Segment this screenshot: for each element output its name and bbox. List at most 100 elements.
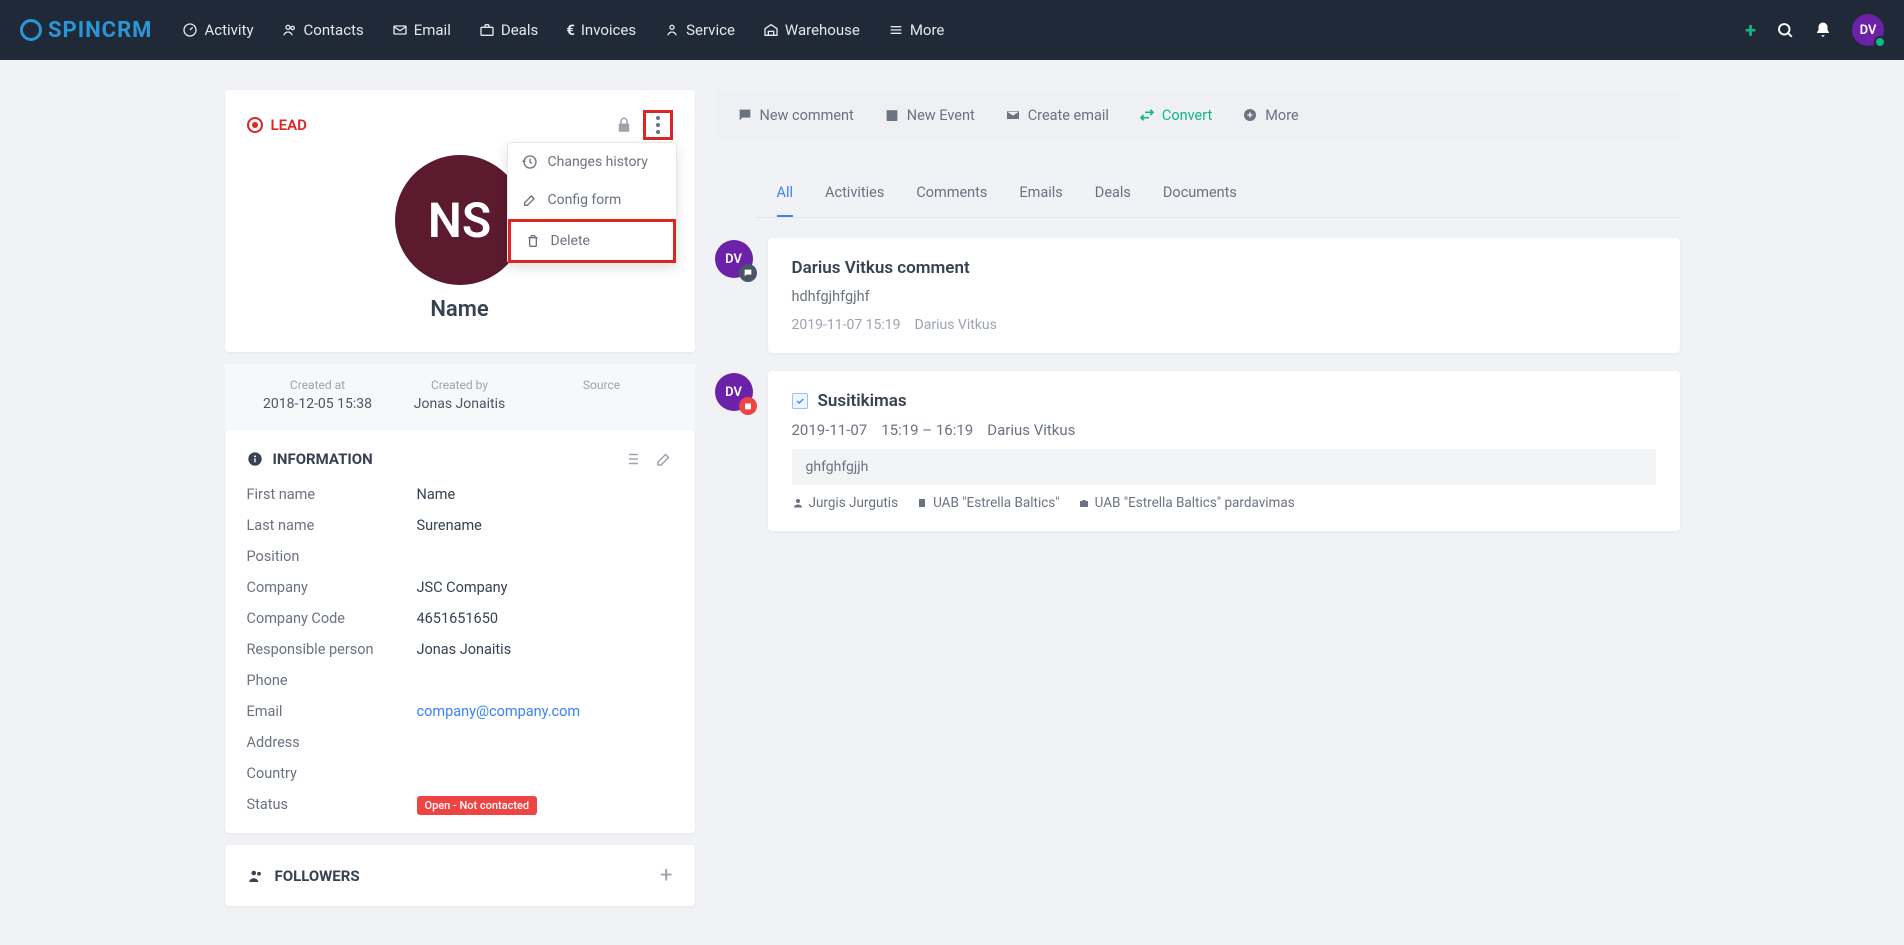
action-more[interactable]: More bbox=[1242, 107, 1298, 124]
search-icon[interactable] bbox=[1776, 21, 1794, 39]
add-button[interactable]: + bbox=[1745, 18, 1756, 42]
comment-title: Darius Vitkus comment bbox=[792, 258, 1656, 278]
nav-contacts[interactable]: Contacts bbox=[282, 21, 364, 39]
tab-all[interactable]: All bbox=[777, 170, 794, 217]
app-logo[interactable]: SPINCRM bbox=[20, 18, 152, 43]
event-meta: 2019-11-07 15:19 – 16:19 Darius Vitkus bbox=[792, 421, 1656, 439]
value-address bbox=[417, 734, 673, 751]
event-person-name: Jurgis Jurgutis bbox=[809, 495, 899, 511]
information-card: INFORMATION First nameName Last nameSure… bbox=[225, 430, 695, 833]
dropdown-delete[interactable]: Delete bbox=[508, 219, 676, 263]
event-deal-name: UAB "Estrella Baltics" pardavimas bbox=[1095, 495, 1295, 511]
info-actions bbox=[623, 450, 673, 468]
timeline-card[interactable]: Darius Vitkus comment hdhfgjhfgjhf 2019-… bbox=[768, 238, 1680, 353]
value-first-name: Name bbox=[417, 486, 673, 503]
action-convert[interactable]: Convert bbox=[1139, 107, 1212, 124]
tab-emails[interactable]: Emails bbox=[1019, 170, 1062, 217]
person-icon bbox=[792, 497, 804, 509]
user-avatar[interactable]: DV bbox=[1852, 14, 1884, 46]
tab-documents[interactable]: Documents bbox=[1163, 170, 1237, 217]
nav-label: Warehouse bbox=[785, 21, 860, 39]
value-company: JSC Company bbox=[417, 579, 673, 596]
action-new-comment[interactable]: New comment bbox=[737, 107, 854, 124]
value-responsible: Jonas Jonaitis bbox=[417, 641, 673, 658]
meta-label: Created by bbox=[389, 378, 531, 392]
list-icon[interactable] bbox=[623, 450, 641, 468]
meta-source: Source bbox=[531, 378, 673, 412]
options-dropdown: Changes history Config form Delete bbox=[507, 142, 677, 264]
pencil-icon[interactable] bbox=[655, 450, 673, 468]
more-options-button[interactable] bbox=[643, 110, 673, 140]
nav-invoices[interactable]: €Invoices bbox=[566, 21, 636, 39]
lock-icon[interactable] bbox=[615, 116, 633, 134]
nav-label: Service bbox=[686, 21, 735, 39]
dropdown-config-form[interactable]: Config form bbox=[508, 181, 676, 219]
tab-comments[interactable]: Comments bbox=[916, 170, 987, 217]
event-title: Susitikimas bbox=[818, 391, 907, 411]
nav-right: + DV bbox=[1745, 14, 1884, 46]
convert-icon bbox=[1139, 107, 1155, 123]
email-link[interactable]: company@company.com bbox=[417, 703, 581, 720]
dropdown-changes-history[interactable]: Changes history bbox=[508, 143, 676, 181]
meta-label: Source bbox=[531, 378, 673, 392]
bell-icon[interactable] bbox=[1814, 21, 1832, 39]
briefcase-icon bbox=[1078, 497, 1090, 509]
label-responsible: Responsible person bbox=[247, 641, 417, 658]
lead-header-card: LEAD Changes history Config form bbox=[225, 90, 695, 352]
calendar-icon bbox=[884, 107, 900, 123]
value-phone bbox=[417, 672, 673, 689]
value-email[interactable]: company@company.com bbox=[417, 703, 673, 720]
top-navigation: SPINCRM Activity Contacts Email Deals €I… bbox=[0, 0, 1904, 60]
label-phone: Phone bbox=[247, 672, 417, 689]
timeline: DV Darius Vitkus comment hdhfgjhfgjhf 20… bbox=[715, 238, 1680, 531]
meta-value: 2018-12-05 15:38 bbox=[247, 396, 389, 412]
event-checkbox[interactable] bbox=[792, 393, 808, 409]
comment-body: hdhfgjhfgjhf bbox=[792, 288, 1656, 305]
meta-value: Jonas Jonaitis bbox=[389, 396, 531, 412]
meta-created-at: Created at 2018-12-05 15:38 bbox=[247, 378, 389, 412]
target-icon bbox=[247, 117, 263, 133]
dots-icon bbox=[656, 116, 660, 134]
action-new-event[interactable]: New Event bbox=[884, 107, 975, 124]
value-position bbox=[417, 548, 673, 565]
event-note: ghfghfgjjh bbox=[792, 449, 1656, 485]
timeline-avatar: DV bbox=[715, 240, 753, 278]
label-last-name: Last name bbox=[247, 517, 417, 534]
plus-circle-icon bbox=[1242, 107, 1258, 123]
gauge-icon bbox=[182, 22, 198, 38]
nav-activity[interactable]: Activity bbox=[182, 21, 253, 39]
nav-label: Invoices bbox=[581, 21, 636, 39]
lead-top-row: LEAD bbox=[247, 110, 673, 140]
label-email: Email bbox=[247, 703, 417, 720]
nav-service[interactable]: Service bbox=[664, 21, 735, 39]
value-last-name: Surename bbox=[417, 517, 673, 534]
event-footer: Jurgis Jurgutis UAB "Estrella Baltics" U… bbox=[792, 495, 1656, 511]
nav-warehouse[interactable]: Warehouse bbox=[763, 21, 860, 39]
edit-icon bbox=[522, 192, 538, 208]
event-person: Jurgis Jurgutis bbox=[792, 495, 899, 511]
action-create-email[interactable]: Create email bbox=[1005, 107, 1109, 124]
nav-label: Deals bbox=[501, 21, 538, 39]
nav-label: Activity bbox=[204, 21, 253, 39]
tab-deals[interactable]: Deals bbox=[1095, 170, 1131, 217]
add-follower-button[interactable]: + bbox=[660, 863, 672, 888]
envelope-icon bbox=[392, 22, 408, 38]
avatar-initials: DV bbox=[725, 252, 742, 267]
info-header: INFORMATION bbox=[247, 450, 673, 468]
comment-badge-icon bbox=[739, 264, 757, 282]
nav-more[interactable]: More bbox=[888, 21, 945, 39]
meta-created-by: Created by Jonas Jonaitis bbox=[389, 378, 531, 412]
building-icon bbox=[916, 497, 928, 509]
value-country bbox=[417, 765, 673, 782]
envelope-icon bbox=[1005, 107, 1021, 123]
nav-deals[interactable]: Deals bbox=[479, 21, 538, 39]
tab-activities[interactable]: Activities bbox=[825, 170, 884, 217]
info-title-wrap: INFORMATION bbox=[247, 450, 373, 468]
nav-email[interactable]: Email bbox=[392, 21, 451, 39]
page-content: LEAD Changes history Config form bbox=[0, 60, 1904, 918]
info-icon bbox=[247, 451, 263, 467]
users-icon bbox=[247, 867, 265, 885]
comment-author: Darius Vitkus bbox=[915, 317, 997, 333]
timeline-card[interactable]: Susitikimas 2019-11-07 15:19 – 16:19 Dar… bbox=[768, 371, 1680, 531]
label-company-code: Company Code bbox=[247, 610, 417, 627]
